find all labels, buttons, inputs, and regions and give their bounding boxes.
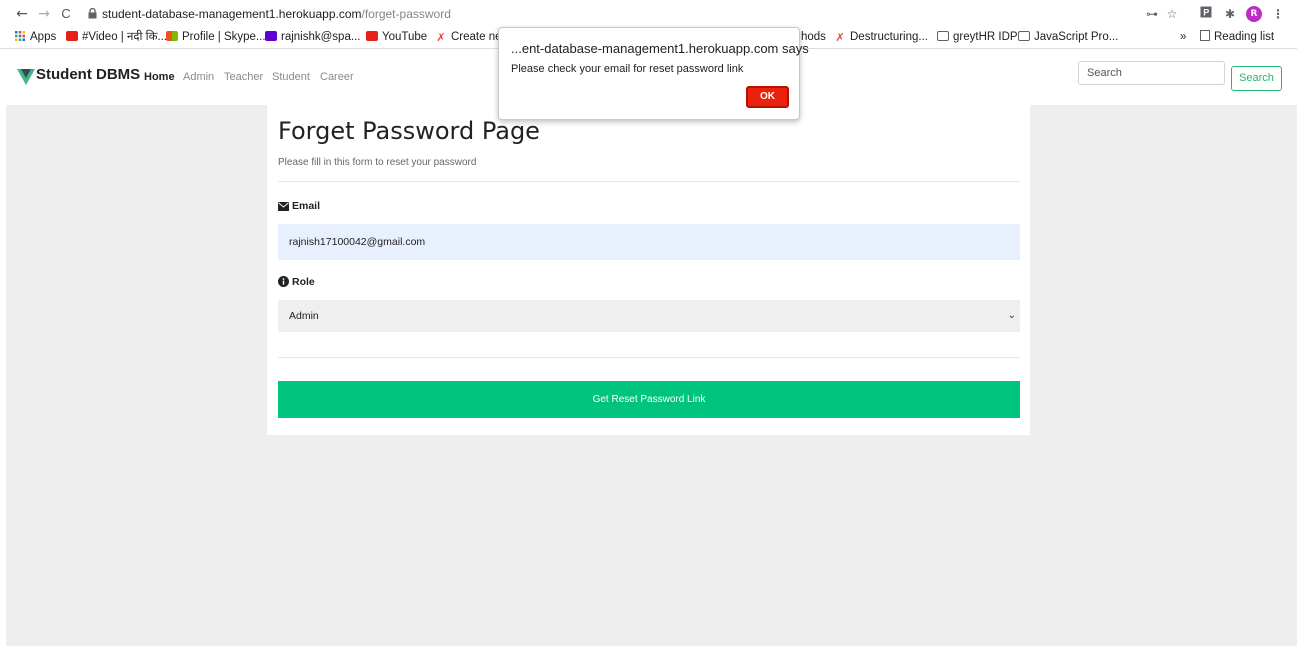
reload-button[interactable]: C (58, 4, 74, 24)
search-input[interactable]: Search (1078, 61, 1225, 85)
profile-avatar[interactable]: R (1246, 6, 1262, 22)
yahoo-icon (265, 31, 277, 41)
envelope-icon (278, 202, 289, 211)
nav-student[interactable]: Student (272, 71, 310, 83)
bookmark-apps[interactable]: Apps (14, 29, 56, 45)
search-placeholder: Search (1087, 67, 1122, 79)
dialog-title: ...ent-database-management1.herokuapp.co… (511, 41, 809, 56)
nav-teacher[interactable]: Teacher (224, 71, 263, 83)
nav-home[interactable]: Home (144, 71, 175, 83)
bookmark-javascript[interactable]: JavaScript Pro... (1018, 29, 1118, 45)
alert-dialog: ...ent-database-management1.herokuapp.co… (498, 27, 809, 120)
dialog-message: Please check your email for reset passwo… (511, 63, 744, 75)
url-host: student-database-management1.herokuapp.c… (102, 7, 362, 21)
chevron-down-icon: ⌄ (1007, 310, 1016, 321)
lock-icon (88, 8, 97, 19)
extension-p-icon[interactable]: P (1198, 6, 1214, 22)
divider (278, 181, 1020, 182)
bookmark-greythr[interactable]: greytHR IDP (937, 29, 1018, 45)
divider (278, 357, 1020, 358)
globe-icon (937, 31, 949, 41)
ok-button[interactable]: OK (746, 86, 789, 108)
address-bar-row: ← → C student-database-management1.herok… (0, 4, 1297, 24)
nav-admin[interactable]: Admin (183, 71, 214, 83)
page-subtitle: Please fill in this form to reset your p… (278, 157, 477, 168)
role-label: Role (278, 276, 315, 288)
bookmark-video[interactable]: #Video | नदी कि... (66, 29, 167, 45)
greatlearning-icon: ✗ (835, 32, 845, 44)
key-icon[interactable]: ⊶ (1144, 6, 1160, 22)
page-body: Student DBMS Home Admin Teacher Student … (6, 49, 1297, 646)
more-bookmarks-button[interactable]: » (1180, 29, 1186, 45)
back-button[interactable]: ← (14, 4, 30, 24)
reading-list-button[interactable]: Reading list (1200, 29, 1274, 45)
bookmark-destructuring[interactable]: ✗ Destructuring... (834, 29, 928, 45)
star-icon[interactable]: ☆ (1164, 6, 1180, 22)
role-selected-value: Admin (289, 310, 319, 322)
greatlearning-icon: ✗ (436, 32, 446, 44)
email-field[interactable]: rajnish17100042@gmail.com (278, 224, 1020, 260)
reading-list-icon (1200, 30, 1210, 41)
puzzle-icon[interactable]: ✱ (1222, 6, 1238, 22)
bookmark-yahoo[interactable]: rajnishk@spa... (265, 29, 360, 45)
forward-button[interactable]: → (36, 4, 52, 24)
role-select[interactable]: Admin ⌄ (278, 300, 1020, 332)
menu-kebab-icon[interactable]: ⋮ (1272, 6, 1284, 22)
forget-password-card: Forget Password Page Please fill in this… (267, 105, 1030, 435)
svg-text:P: P (1203, 8, 1209, 18)
search-button[interactable]: Search (1231, 66, 1282, 91)
info-icon (278, 276, 289, 287)
nav-career[interactable]: Career (320, 71, 354, 83)
email-label: Email (278, 200, 320, 212)
youtube-icon (366, 31, 378, 41)
url-field[interactable]: student-database-management1.herokuapp.c… (102, 7, 451, 21)
bookmark-skype[interactable]: Profile | Skype... (166, 29, 266, 45)
microsoft-icon (166, 31, 178, 41)
globe-icon (1018, 31, 1030, 41)
youtube-icon (66, 31, 78, 41)
brand-title[interactable]: Student DBMS (36, 66, 140, 83)
apps-icon (15, 31, 25, 41)
page-title: Forget Password Page (278, 117, 540, 145)
get-reset-link-button[interactable]: Get Reset Password Link (278, 381, 1020, 418)
url-path: /forget-password (361, 7, 451, 21)
vue-logo-icon[interactable] (17, 69, 35, 85)
bookmark-youtube[interactable]: YouTube (366, 29, 427, 45)
